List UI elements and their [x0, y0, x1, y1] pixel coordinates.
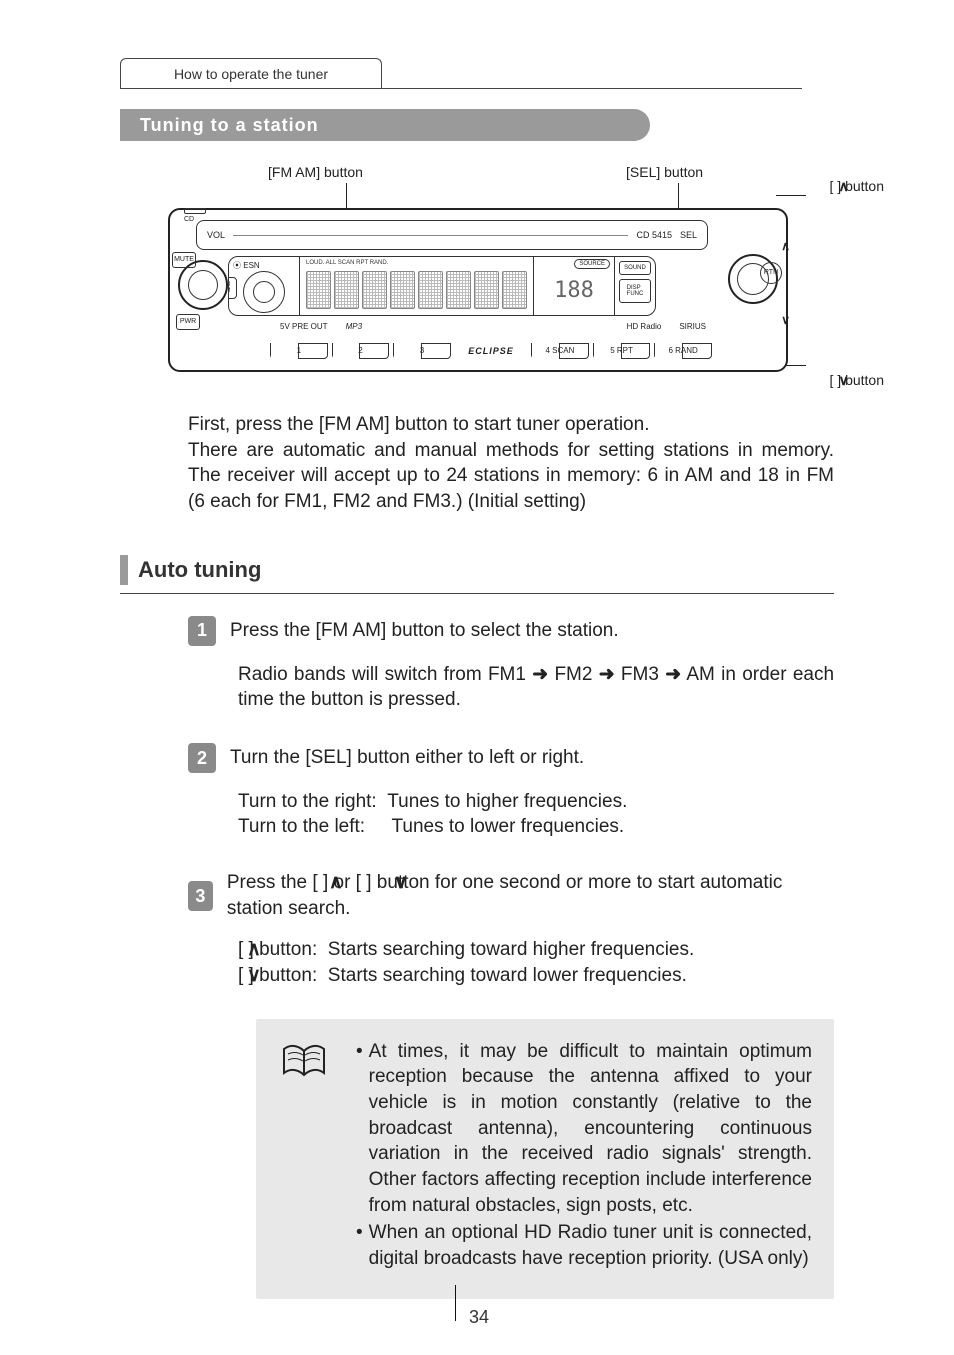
sel-knob[interactable]: ∧ RTN ∨: [722, 244, 780, 322]
sirius-label: SIRIUS: [679, 322, 706, 333]
callout-fmam: [FM AM] button: [268, 163, 363, 182]
power-button[interactable]: PWR: [176, 314, 200, 336]
caret-down-icon: ∨: [247, 963, 261, 989]
model-label: CD 5415: [636, 229, 672, 241]
disc-logo: ⦿ ESN: [233, 261, 260, 272]
chapter-tab: How to operate the tuner: [120, 58, 382, 89]
text-slots: [306, 271, 527, 309]
arrow-icon: ➜: [665, 664, 681, 685]
book-icon: [282, 1043, 326, 1079]
step-1: 1 Press the [FM AM] button to select the…: [188, 616, 834, 713]
subsection-rule: [120, 593, 834, 594]
preset-6[interactable]: 6 RAND: [654, 343, 712, 359]
tune-down-icon[interactable]: ∨: [781, 312, 790, 328]
source-badge: SOURCE: [574, 259, 610, 269]
mute-button[interactable]: MUTE: [172, 252, 196, 274]
device-illustration: [FM AM] button [SEL] button [ ] button ∧…: [168, 167, 788, 392]
vol-label: VOL: [207, 229, 225, 241]
note-bullet-1: • At times, it may be difficult to maint…: [356, 1039, 812, 1218]
subsection-header: Auto tuning: [120, 555, 834, 585]
subsection-title: Auto tuning: [138, 555, 261, 585]
bullet-icon: •: [356, 1039, 363, 1218]
brand-logo: ECLIPSE: [455, 345, 527, 357]
preset-3[interactable]: 3: [393, 343, 451, 359]
arrow-icon: ➜: [599, 664, 615, 685]
brand-row: 5V PRE OUT MP3 HD Radio SIRIUS: [280, 318, 706, 336]
step-3-number: 3: [188, 881, 213, 911]
preset-4[interactable]: 4 SCAN: [531, 343, 589, 359]
sel-label: SEL: [680, 229, 697, 241]
fm-am-button[interactable]: FM AM: [228, 277, 237, 299]
rtn-button[interactable]: RTN: [760, 262, 782, 284]
section-title: Tuning to a station: [140, 113, 319, 137]
step-1-title: Press the [FM AM] button to select the s…: [230, 618, 619, 644]
tune-up-icon[interactable]: ∧: [781, 238, 790, 254]
note-box: • At times, it may be difficult to maint…: [256, 1019, 834, 1300]
disc-wheel-icon: [243, 271, 285, 313]
chapter-tab-label: How to operate the tuner: [174, 65, 328, 84]
caret-up-icon: ∧: [247, 937, 261, 963]
page-number: 34: [469, 1305, 489, 1329]
step-2: 2 Turn the [SEL] button either to left o…: [188, 743, 834, 840]
section-title-pill: Tuning to a station: [120, 109, 650, 141]
intro-text: First, press the [FM AM] button to start…: [188, 412, 834, 515]
mp3-label: MP3: [346, 322, 362, 333]
callout-sel: [SEL] button: [626, 163, 703, 182]
intro-line1: First, press the [FM AM] button to start…: [188, 412, 834, 438]
sound-button[interactable]: SOUND: [619, 261, 651, 275]
step-3: 3 Press the [ ] or [ ] button for one se…: [188, 870, 834, 989]
caret-down-icon: ∨: [839, 371, 849, 390]
frequency-digits: 188: [540, 273, 608, 309]
intro-line2: There are automatic and manual methods f…: [188, 438, 834, 515]
step-1-number: 1: [188, 616, 216, 646]
subsection-tick-icon: [120, 555, 128, 585]
indicator-tags: LOUD. ALL SCAN RPT RAND.: [306, 259, 388, 267]
step-3-body: [ ] button: Starts searching toward high…: [238, 937, 834, 988]
callout-tune-down: [ ] button ∨: [830, 371, 884, 390]
header-rule: [120, 88, 802, 89]
step-1-body: Radio bands will switch from FM1 ➜ FM2 ➜…: [238, 662, 834, 713]
preset-row: 1 2 3 ECLIPSE 4 SCAN 5 RPT 6 RAND: [270, 342, 712, 360]
disp-func-button[interactable]: DISP FUNC: [619, 279, 651, 303]
caret-down-icon: ∨: [394, 870, 408, 896]
preset-1[interactable]: 1: [270, 343, 328, 359]
preset-2[interactable]: 2: [332, 343, 390, 359]
preset-5[interactable]: 5 RPT: [593, 343, 651, 359]
preout-label: 5V PRE OUT: [280, 322, 328, 333]
caret-up-icon: ∧: [839, 177, 849, 196]
bullet-icon: •: [356, 1220, 363, 1271]
step-3-title: Press the [ ] or [ ] button for one seco…: [227, 870, 834, 921]
step-2-body: Turn to the right: Tunes to higher frequ…: [238, 789, 834, 840]
arrow-icon: ➜: [532, 664, 548, 685]
display-module: ⦿ ESN FM AM LOUD. ALL SCAN RPT RAND. SOU…: [228, 256, 656, 316]
note-bullet-2: • When an optional HD Radio tuner unit i…: [356, 1220, 812, 1271]
top-strip: VOL CD 5415 SEL: [196, 220, 708, 250]
step-2-number: 2: [188, 743, 216, 773]
step-2-title: Turn the [SEL] button either to left or …: [230, 745, 584, 771]
caret-up-icon: ∧: [329, 870, 343, 896]
hd-label: HD Radio: [627, 322, 662, 333]
callout-tune-up: [ ] button ∧: [830, 177, 884, 196]
